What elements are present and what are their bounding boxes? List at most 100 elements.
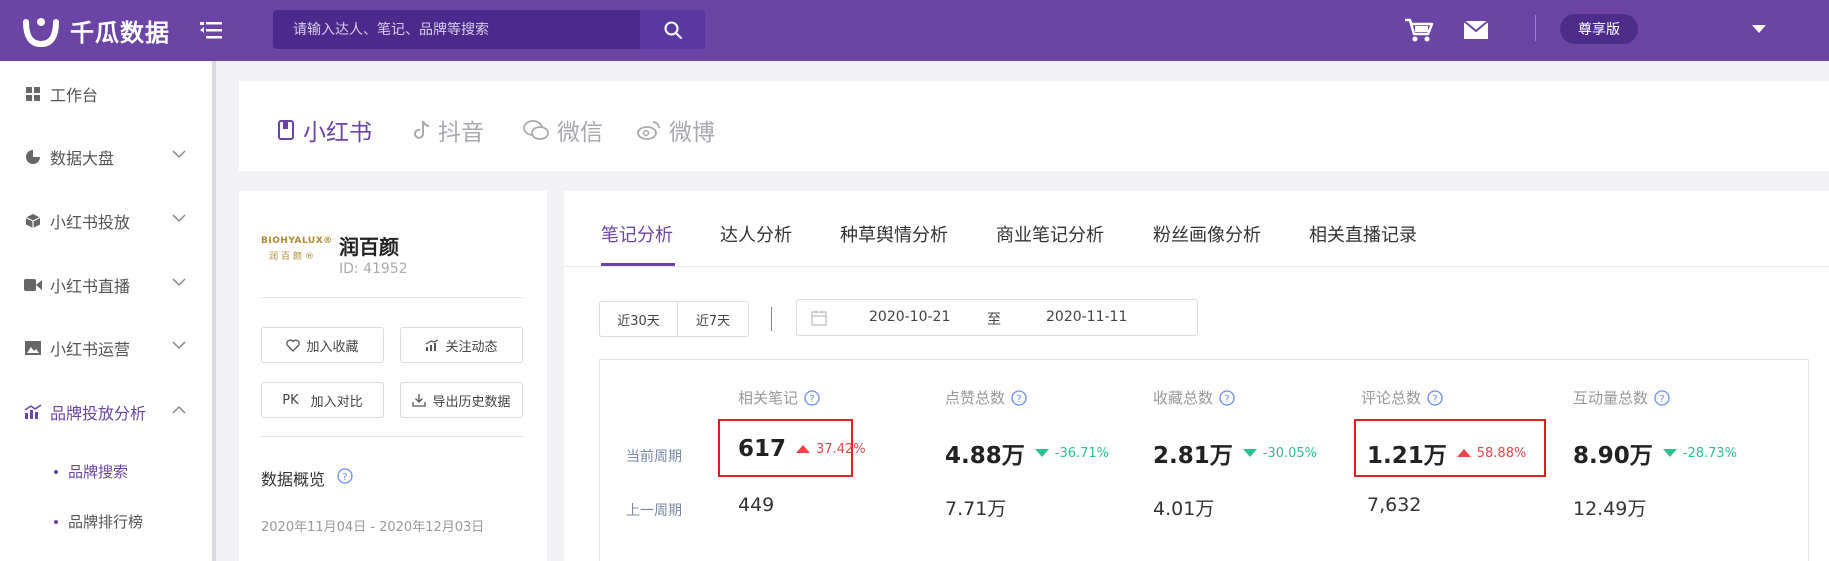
svg-text:?: ? bbox=[1016, 394, 1021, 405]
tab-label: 微信 bbox=[557, 120, 603, 146]
trend-up-icon bbox=[1456, 449, 1471, 457]
chevron-down-icon bbox=[172, 214, 186, 223]
platform-tabs: 小红书 抖音 微信 微博 bbox=[239, 81, 1829, 171]
svg-text:?: ? bbox=[1659, 394, 1664, 405]
follow-updates-button[interactable]: 关注动态 bbox=[400, 327, 523, 363]
sidebar-item-label: 品牌投放分析 bbox=[50, 404, 147, 423]
top-divider bbox=[1535, 15, 1536, 41]
sidebar-item-dashboard[interactable]: 数据大盘 bbox=[0, 137, 212, 177]
export-history-button[interactable]: 导出历史数据 bbox=[400, 382, 523, 418]
search-icon bbox=[664, 21, 682, 39]
tab-weibo[interactable]: 微博 bbox=[637, 113, 715, 147]
previous-value: 12.49万 bbox=[1573, 498, 1647, 520]
col-head-label: 评论总数 bbox=[1361, 389, 1422, 407]
help-icon[interactable]: ? bbox=[804, 389, 820, 406]
help-icon[interactable]: ? bbox=[337, 468, 353, 488]
tab-note-analysis[interactable]: 笔记分析 bbox=[601, 221, 673, 247]
tab-xiaohongshu[interactable]: 小红书 bbox=[277, 113, 372, 147]
date-range-separator: 至 bbox=[987, 312, 1001, 328]
range-7-days-button[interactable]: 近7天 bbox=[677, 301, 749, 337]
music-note-icon bbox=[414, 119, 430, 141]
sidebar-item-label: 工作台 bbox=[50, 86, 99, 105]
current-value: 4.88万 bbox=[945, 443, 1025, 469]
wechat-icon bbox=[523, 119, 549, 141]
date-range-picker[interactable]: 2020-10-21 至 2020-11-11 bbox=[796, 299, 1198, 336]
current-value-likes: 4.88万 -36.71% bbox=[945, 436, 1109, 470]
divider bbox=[261, 297, 523, 298]
grid-icon bbox=[24, 85, 42, 103]
tab-sentiment-analysis[interactable]: 种草舆情分析 bbox=[840, 221, 948, 247]
mail-icon[interactable] bbox=[1463, 20, 1489, 44]
search-button[interactable] bbox=[640, 10, 705, 49]
sidebar-item-brand-analysis[interactable]: 品牌投放分析 bbox=[0, 392, 212, 432]
trend-chart-icon bbox=[425, 338, 439, 352]
video-icon bbox=[24, 276, 42, 294]
brand-id: ID: 41952 bbox=[339, 261, 408, 277]
tab-live-records[interactable]: 相关直播记录 bbox=[1309, 221, 1417, 247]
current-value-comments: 1.21万 58.88% bbox=[1367, 436, 1526, 470]
start-date[interactable]: 2020-10-21 bbox=[869, 309, 950, 325]
sidebar-item-xhs-placement[interactable]: 小红书投放 bbox=[0, 201, 212, 241]
sidebar-sub-item-brand-search[interactable]: 品牌搜索 bbox=[54, 461, 128, 482]
previous-value: 7,632 bbox=[1367, 494, 1422, 516]
change-percent: -28.73% bbox=[1682, 445, 1738, 461]
chevron-down-icon bbox=[172, 341, 186, 350]
trend-down-icon bbox=[1662, 449, 1677, 457]
tab-douyin[interactable]: 抖音 bbox=[414, 113, 484, 147]
menu-toggle-icon[interactable] bbox=[200, 20, 222, 40]
app-logo[interactable]: 千瓜数据 bbox=[22, 12, 170, 48]
heart-icon bbox=[286, 338, 301, 352]
tab-influencer-analysis[interactable]: 达人分析 bbox=[720, 221, 792, 247]
bar-chart-icon bbox=[24, 403, 42, 421]
sidebar-item-label: 小红书投放 bbox=[50, 213, 131, 232]
sidebar-sub-item-label: 品牌排行榜 bbox=[68, 513, 144, 531]
vip-badge[interactable]: 尊享版 bbox=[1560, 14, 1638, 44]
overview-date-range: 2020年11月04日 - 2020年12月03日 bbox=[261, 520, 485, 535]
tabs-divider bbox=[564, 266, 1829, 267]
help-icon[interactable]: ? bbox=[1219, 389, 1235, 406]
tab-label: 微博 bbox=[669, 120, 715, 146]
cart-icon[interactable] bbox=[1404, 17, 1434, 47]
end-date[interactable]: 2020-11-11 bbox=[1046, 309, 1127, 325]
search-input[interactable] bbox=[273, 10, 640, 49]
tab-label: 小红书 bbox=[303, 120, 372, 146]
current-value-favorites: 2.81万 -30.05% bbox=[1153, 436, 1317, 470]
download-icon bbox=[412, 393, 427, 407]
sidebar-item-workbench[interactable]: 工作台 bbox=[0, 74, 212, 114]
row-label-current: 当前周期 bbox=[626, 449, 682, 465]
add-favorite-button[interactable]: 加入收藏 bbox=[261, 327, 384, 363]
range-30-days-button[interactable]: 近30天 bbox=[599, 301, 678, 337]
brand-logo: BIOHYALUX® 润百颜® bbox=[261, 236, 332, 270]
tab-fan-profile-analysis[interactable]: 粉丝画像分析 bbox=[1153, 221, 1261, 247]
help-icon[interactable]: ? bbox=[1427, 389, 1443, 406]
svg-text:?: ? bbox=[342, 472, 347, 483]
current-value-related-notes: 617 37.42% bbox=[738, 436, 866, 462]
sidebar-item-label: 数据大盘 bbox=[50, 149, 115, 168]
sidebar-item-xhs-operation[interactable]: 小红书运营 bbox=[0, 328, 212, 368]
sidebar-item-label: 小红书直播 bbox=[50, 277, 131, 296]
help-icon[interactable]: ? bbox=[1654, 389, 1670, 406]
search-box bbox=[273, 10, 640, 49]
tab-commercial-note-analysis[interactable]: 商业笔记分析 bbox=[996, 221, 1104, 247]
overview-title: 数据概览 ? bbox=[261, 466, 353, 490]
previous-value: 449 bbox=[738, 494, 775, 516]
button-label: 导出历史数据 bbox=[432, 394, 511, 410]
col-head-engagement: 互动量总数 ? bbox=[1573, 387, 1670, 408]
sidebar-sub-item-brand-ranking[interactable]: 品牌排行榜 bbox=[54, 511, 143, 532]
sidebar-item-xhs-live[interactable]: 小红书直播 bbox=[0, 265, 212, 305]
pk-icon: PK bbox=[282, 392, 299, 408]
analysis-panel: 笔记分析 达人分析 种草舆情分析 商业笔记分析 粉丝画像分析 相关直播记录 近3… bbox=[564, 191, 1829, 561]
col-head-label: 收藏总数 bbox=[1153, 389, 1214, 407]
col-head-likes: 点赞总数 ? bbox=[945, 387, 1027, 408]
button-label: 加入收藏 bbox=[306, 339, 359, 355]
add-compare-button[interactable]: PK 加入对比 bbox=[261, 382, 384, 418]
tab-label: 抖音 bbox=[438, 120, 484, 146]
bullet-dot bbox=[54, 469, 58, 474]
pie-chart-icon bbox=[24, 148, 42, 166]
current-value: 1.21万 bbox=[1367, 443, 1447, 469]
tab-wechat[interactable]: 微信 bbox=[523, 113, 603, 147]
user-menu-caret-icon[interactable] bbox=[1752, 25, 1766, 33]
app-name: 千瓜数据 bbox=[70, 18, 170, 47]
current-value: 617 bbox=[738, 436, 787, 462]
help-icon[interactable]: ? bbox=[1011, 389, 1027, 406]
